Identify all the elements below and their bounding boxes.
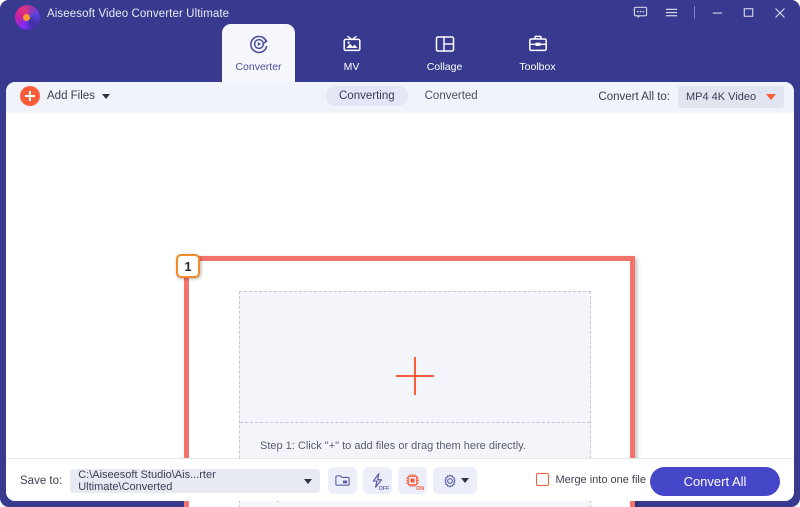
add-files-button[interactable]: Add Files [20, 86, 110, 106]
gpu-state: ON [416, 486, 424, 492]
nav-tabs: Converter MV Collage Toolbox [222, 24, 574, 82]
open-folder-icon[interactable] [328, 467, 357, 494]
control-separator [694, 6, 695, 19]
settings-gear-icon[interactable] [433, 467, 477, 494]
minimize-icon[interactable] [709, 4, 726, 21]
convert-all-to-label: Convert All to: [598, 91, 670, 103]
app-title: Aiseesoft Video Converter Ultimate [47, 8, 230, 20]
tab-toolbox[interactable]: Toolbox [501, 24, 574, 82]
gpu-chip-icon[interactable]: ON [398, 467, 427, 494]
collage-icon [433, 31, 457, 57]
tab-converting[interactable]: Converting [326, 86, 408, 106]
step-1: Step 1: Click "+" to add files or drag t… [260, 440, 526, 452]
toolbox-icon [526, 31, 550, 57]
toolbar: Add Files Converting Converted Convert A… [6, 82, 794, 113]
bottom-icon-buttons: OFF ON [328, 467, 477, 494]
converter-icon [247, 31, 271, 57]
app-window: Aiseesoft Video Converter Ultimate Conve… [0, 0, 800, 507]
tab-converted[interactable]: Converted [412, 86, 491, 106]
title-bar: Aiseesoft Video Converter Ultimate Conve… [0, 0, 800, 82]
merge-into-one-file-checkbox[interactable]: Merge into one file [535, 473, 647, 486]
window-controls [632, 4, 788, 21]
chevron-down-icon [304, 478, 313, 484]
merge-label: Merge into one file [555, 473, 647, 486]
tab-toolbox-label: Toolbox [519, 61, 556, 73]
save-path-value: C:\Aiseesoft Studio\Ais...rter Ultimate\… [78, 469, 216, 493]
save-path-select[interactable]: C:\Aiseesoft Studio\Ais...rter Ultimate\… [70, 469, 321, 493]
chevron-down-icon[interactable] [101, 93, 110, 99]
mv-icon [340, 31, 364, 57]
aiseesoft-logo-icon [15, 5, 40, 30]
tab-converter-label: Converter [235, 61, 282, 73]
annotation-badge-1: 1 [176, 254, 200, 278]
plus-icon[interactable] [396, 357, 434, 395]
tab-collage[interactable]: Collage [408, 24, 481, 82]
chevron-down-icon [766, 94, 776, 100]
tab-collage-label: Collage [426, 61, 463, 73]
convert-all-to-group: Convert All to: MP4 4K Video [598, 86, 784, 108]
tab-mv-label: MV [343, 61, 360, 73]
output-format-value: MP4 4K Video [686, 91, 757, 103]
maximize-icon[interactable] [740, 4, 757, 21]
hardware-acceleration-icon[interactable]: OFF [363, 467, 392, 494]
menu-icon[interactable] [663, 4, 680, 21]
tab-mv[interactable]: MV [315, 24, 388, 82]
save-to-label: Save to: [20, 475, 63, 487]
status-segments: Converting Converted [326, 86, 491, 106]
plus-circle-icon [20, 86, 40, 106]
checkbox-box[interactable] [535, 473, 549, 486]
main-content: Step 1: Click "+" to add files or drag t… [6, 113, 794, 507]
tab-converter[interactable]: Converter [222, 24, 295, 82]
close-icon[interactable] [771, 4, 788, 21]
add-files-label: Add Files [47, 90, 95, 102]
convert-all-button[interactable]: Convert All [650, 467, 780, 496]
output-format-select[interactable]: MP4 4K Video [678, 86, 784, 108]
dropzone-divider [240, 422, 590, 423]
bottom-bar: Save to: C:\Aiseesoft Studio\Ais...rter … [6, 458, 794, 501]
chevron-down-icon[interactable] [460, 478, 469, 483]
save-to-group: Save to: C:\Aiseesoft Studio\Ais...rter … [20, 469, 321, 493]
feedback-icon[interactable] [632, 4, 649, 21]
acceleration-state: OFF [378, 486, 390, 492]
